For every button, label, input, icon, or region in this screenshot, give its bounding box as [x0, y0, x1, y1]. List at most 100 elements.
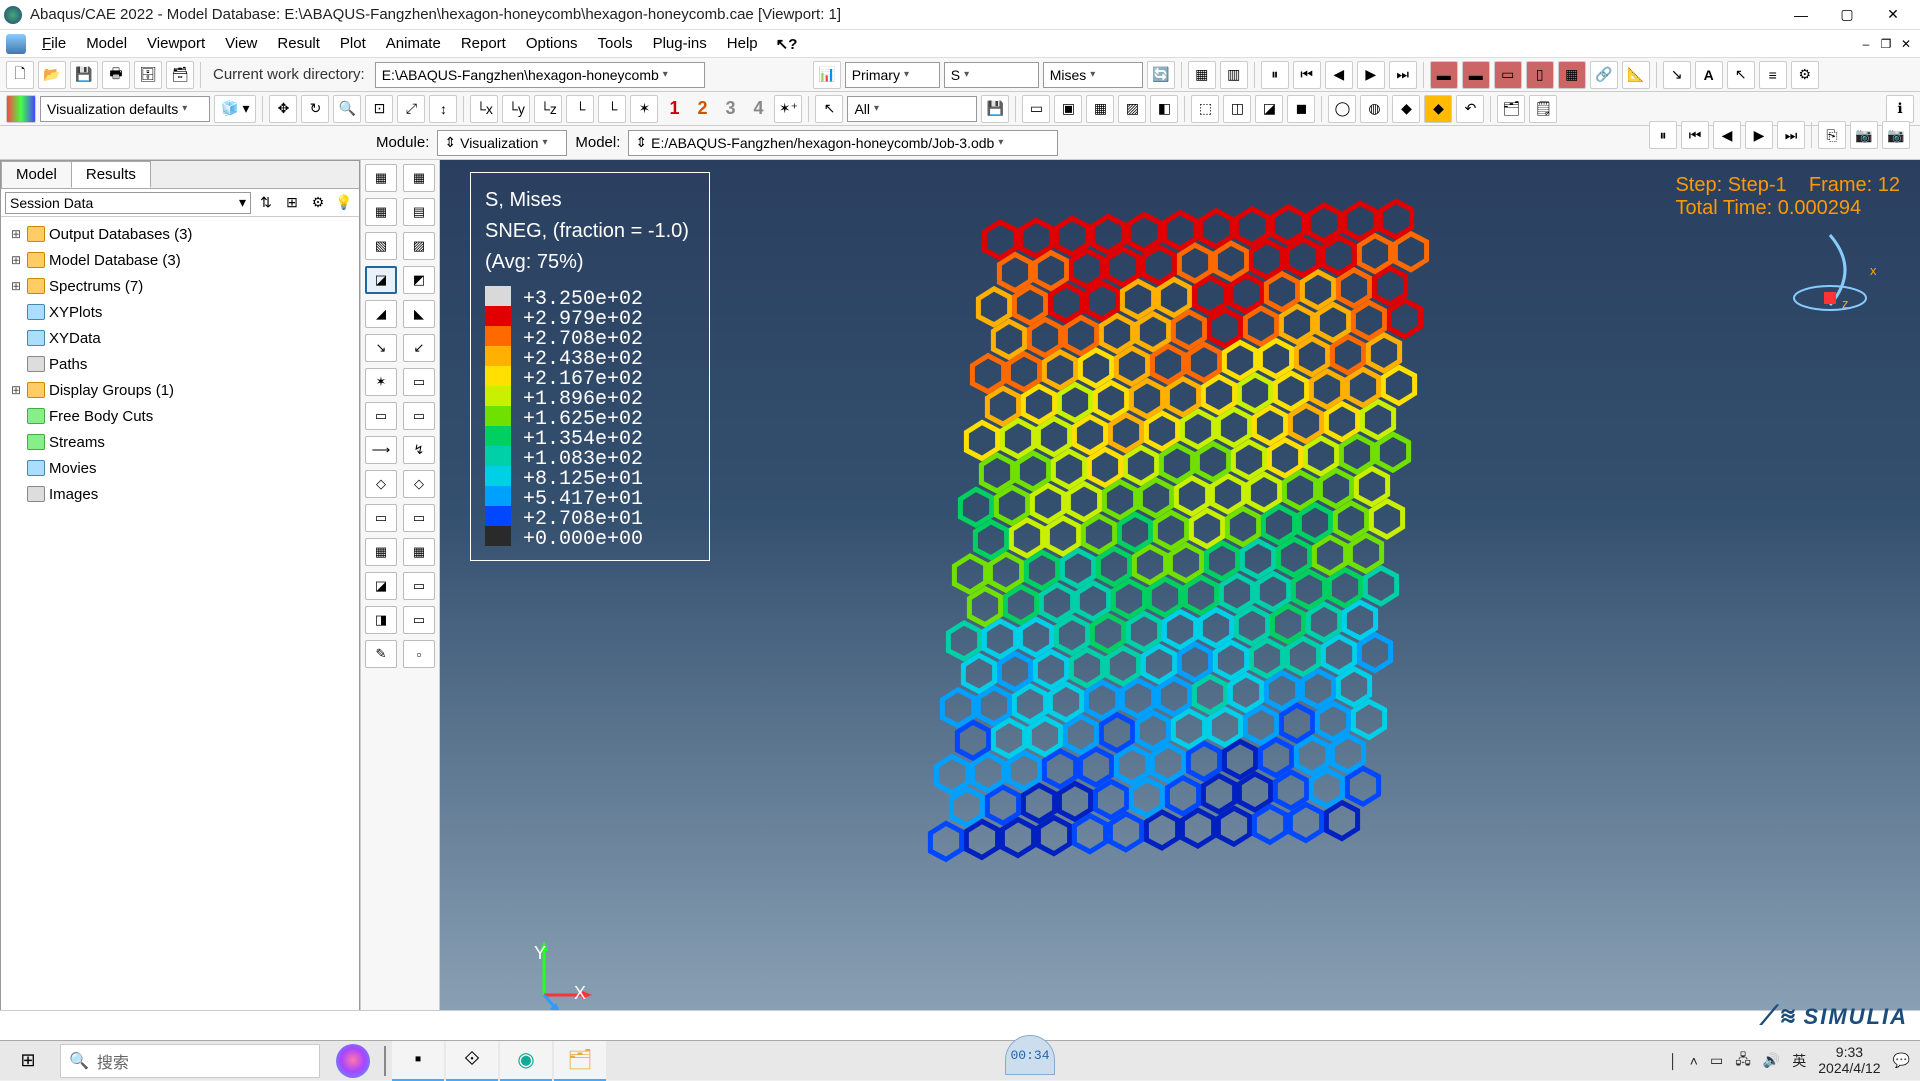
view-iso1-button[interactable]: └ [566, 95, 594, 123]
toolbox-button[interactable]: ▭ [365, 402, 397, 430]
toolbox-button[interactable]: ↯ [403, 436, 435, 464]
toolbox-button[interactable]: ◢ [365, 300, 397, 328]
color-code-button[interactable] [6, 95, 36, 123]
camera-button[interactable]: 📷 [1850, 121, 1878, 149]
annotation-button[interactable]: 🗒 [1529, 95, 1557, 123]
toolbox-button[interactable]: ✶ [365, 368, 397, 396]
menu-options[interactable]: Options [516, 30, 588, 58]
frame-pause-button[interactable]: ⏸ [1649, 121, 1677, 149]
tray-volume-icon[interactable]: 🔊 [1763, 1052, 1780, 1069]
tree-node[interactable]: Movies [3, 455, 357, 481]
tree-node[interactable]: Images [3, 481, 357, 507]
save-button[interactable]: 💾 [70, 61, 98, 89]
view-xz-button[interactable]: └y [502, 95, 530, 123]
viewport-4-button[interactable]: ▦ [1558, 61, 1586, 89]
field-invariant-combo[interactable]: Mises▾ [1043, 62, 1143, 88]
viewport-2h-button[interactable]: ▭ [1494, 61, 1522, 89]
toolbox-button[interactable]: ▦ [403, 164, 435, 192]
odb-button[interactable]: 🗃 [166, 61, 194, 89]
dg-remove-button[interactable]: ▨ [1118, 95, 1146, 123]
tray-overflow-icon[interactable]: ˄ [1690, 1053, 1698, 1069]
start-button[interactable]: ⊞ [0, 1041, 56, 1081]
toolbox-button[interactable]: ▦ [403, 538, 435, 566]
tree-node[interactable]: Paths [3, 351, 357, 377]
toolbox-button[interactable]: ▭ [403, 368, 435, 396]
session-light-button[interactable]: 💡 [333, 192, 355, 214]
tray-battery-icon[interactable]: ▭ [1710, 1052, 1723, 1069]
tray-notifications-icon[interactable]: 💬 [1893, 1052, 1910, 1069]
toolbox-button[interactable]: ▤ [403, 198, 435, 226]
session-tools-button[interactable]: ⚙ [307, 192, 329, 214]
window-maximize-button[interactable]: ▢ [1824, 0, 1870, 30]
tree-node[interactable]: Streams [3, 429, 357, 455]
dg-add-button[interactable]: ▦ [1086, 95, 1114, 123]
render-wire-button[interactable]: ⬚ [1191, 95, 1219, 123]
select-arrow-button[interactable]: ↖ [1727, 61, 1755, 89]
window-minimize-button[interactable]: — [1778, 0, 1824, 30]
field-variable-combo[interactable]: S▾ [944, 62, 1039, 88]
probe-button[interactable]: 📐 [1622, 61, 1650, 89]
tray-clock[interactable]: 9:332024/4/12 [1818, 1045, 1880, 1076]
anim-play-button[interactable]: ⏸ [1261, 61, 1289, 89]
menu-viewport[interactable]: Viewport [137, 30, 215, 58]
field-scope-combo[interactable]: Primary▾ [845, 62, 940, 88]
toolbox-button[interactable]: ◇ [365, 470, 397, 498]
toolbox-button[interactable]: ✎ [365, 640, 397, 668]
toolbox-button[interactable]: ▦ [365, 164, 397, 192]
dg-replace-button[interactable]: ▣ [1054, 95, 1082, 123]
copy-viewport-button[interactable]: ⎘ [1818, 121, 1846, 149]
edges-button[interactable]: ◆ [1392, 95, 1420, 123]
toolbox-button[interactable]: ▭ [403, 606, 435, 634]
options-button[interactable]: ⚙ [1791, 61, 1819, 89]
anim-first-button[interactable]: ⏮ [1293, 61, 1321, 89]
view-xy-button[interactable]: └x [470, 95, 498, 123]
dg-intersect-button[interactable]: ◧ [1150, 95, 1178, 123]
selection-combo[interactable]: All▾ [847, 96, 977, 122]
parallel-button[interactable]: ▥ [1220, 61, 1248, 89]
translucency-button[interactable]: ◯ [1328, 95, 1356, 123]
toolbox-button[interactable]: ◪ [365, 572, 397, 600]
open-file-button[interactable]: 📂 [38, 61, 66, 89]
view-2-button[interactable]: 2 [690, 95, 714, 123]
toolbox-button[interactable]: ◪ [365, 266, 397, 294]
toolbox-button[interactable]: ▭ [403, 402, 435, 430]
view-custom-button[interactable]: ✶ [630, 95, 658, 123]
view-iso2-button[interactable]: └ [598, 95, 626, 123]
mdi-restore-icon[interactable]: ❐ [1878, 36, 1894, 52]
tree-node[interactable]: ⊞Model Database (3) [3, 247, 357, 273]
query-button[interactable]: 🗂 [1497, 95, 1525, 123]
viewport-1-button[interactable]: ▬ [1430, 61, 1458, 89]
print-button[interactable]: 🖶 [102, 61, 130, 89]
sync-button[interactable]: 🔄 [1147, 61, 1175, 89]
deformed-button[interactable]: ◆ [1424, 95, 1452, 123]
taskbar-cortana-icon[interactable] [336, 1044, 370, 1078]
menu-view[interactable]: View [215, 30, 267, 58]
menu-result[interactable]: Result [267, 30, 330, 58]
tree-node[interactable]: Free Body Cuts [3, 403, 357, 429]
module-combo[interactable]: ⇕ Visualization▾ [437, 130, 567, 156]
zoom-button[interactable]: 🔍 [333, 95, 361, 123]
tray-network-icon[interactable]: 🖧 [1735, 1049, 1751, 1073]
display-group-button[interactable]: 🧊▾ [214, 95, 256, 123]
model-combo[interactable]: ⇕ E:/ABAQUS-Fangzhen/hexagon-honeycomb/J… [628, 130, 1058, 156]
toolbox-button[interactable]: ◨ [365, 606, 397, 634]
perspective-button[interactable]: ▦ [1188, 61, 1216, 89]
taskbar-abaqus-icon[interactable]: ⟐ [446, 1041, 498, 1081]
whats-this-icon[interactable]: ↖? [776, 35, 798, 53]
toolbox-button[interactable]: ◣ [403, 300, 435, 328]
pan-button[interactable]: ✥ [269, 95, 297, 123]
toolbox-button[interactable]: ▭ [365, 504, 397, 532]
frame-next-button[interactable]: ▶ [1745, 121, 1773, 149]
cwd-field[interactable]: E:\ABAQUS-Fangzhen\hexagon-honeycomb▾ [375, 62, 705, 88]
anim-prev-button[interactable]: ◀ [1325, 61, 1353, 89]
menu-report[interactable]: Report [451, 30, 516, 58]
tray-ime-icon[interactable]: 英 [1792, 1051, 1806, 1071]
frame-first-button[interactable]: ⏮ [1681, 121, 1709, 149]
tree-node[interactable]: ⊞Spectrums (7) [3, 273, 357, 299]
taskbar-terminal-icon[interactable]: ▪ [392, 1041, 444, 1081]
list-button[interactable]: ≡ [1759, 61, 1787, 89]
toolbox-button[interactable]: ◇ [403, 470, 435, 498]
view-3-button[interactable]: 3 [718, 95, 742, 123]
info-button[interactable]: ℹ [1886, 95, 1914, 123]
menu-tools[interactable]: Tools [588, 30, 643, 58]
